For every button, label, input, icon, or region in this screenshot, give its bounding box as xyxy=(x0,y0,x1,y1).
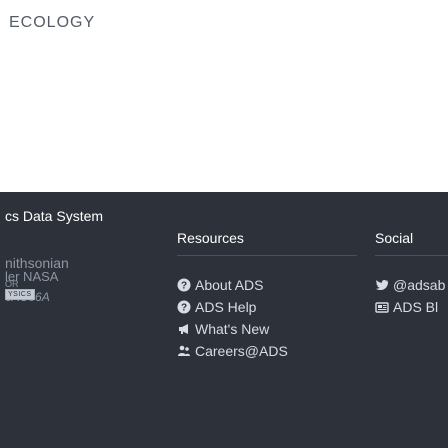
partner-nasa: ler NASA xyxy=(5,269,59,284)
bullhorn-icon xyxy=(177,322,191,336)
ads-blog-label: ADS Bl xyxy=(393,299,439,315)
physics-logo-badge[interactable]: YSICS xyxy=(5,289,35,300)
footer-brand-title: cs Data System xyxy=(5,208,104,224)
careers-label: Careers@ADS xyxy=(195,343,288,359)
users-icon xyxy=(177,344,191,358)
twitter-link[interactable]: @adsab xyxy=(375,274,445,296)
category-label: ECOLOGY xyxy=(9,14,96,31)
about-ads-label: About ADS xyxy=(195,277,264,293)
whats-new-link[interactable]: What's New xyxy=(177,318,288,340)
twitter-icon xyxy=(375,278,389,292)
partner-smithsonian: nithsonian xyxy=(5,255,69,271)
resources-heading: Resources xyxy=(177,230,244,246)
resources-divider xyxy=(177,255,357,256)
content-blank xyxy=(0,40,448,190)
svg-text:?: ? xyxy=(181,281,187,292)
question-circle-icon: ? xyxy=(177,278,191,292)
about-ads-link[interactable]: ? About ADS xyxy=(177,274,288,296)
page-content-area: ECOLOGY xyxy=(0,0,448,192)
whats-new-label: What's New xyxy=(195,321,270,337)
question-circle-icon: ? xyxy=(177,300,191,314)
svg-text:?: ? xyxy=(181,303,187,314)
ads-blog-link[interactable]: ADS Bl xyxy=(375,296,445,318)
twitter-label: @adsab xyxy=(393,277,446,293)
social-links: @adsab ADS Bl xyxy=(375,274,445,318)
careers-link[interactable]: Careers@ADS xyxy=(177,340,288,362)
newspaper-icon xyxy=(375,300,389,314)
social-heading: Social xyxy=(375,230,414,246)
or-label: OR xyxy=(5,279,19,289)
resources-links: ? About ADS ? ADS Help What's New Career… xyxy=(177,274,288,362)
ads-help-label: ADS Help xyxy=(195,299,257,315)
social-divider xyxy=(375,255,448,256)
ads-help-link[interactable]: ? ADS Help xyxy=(177,296,288,318)
